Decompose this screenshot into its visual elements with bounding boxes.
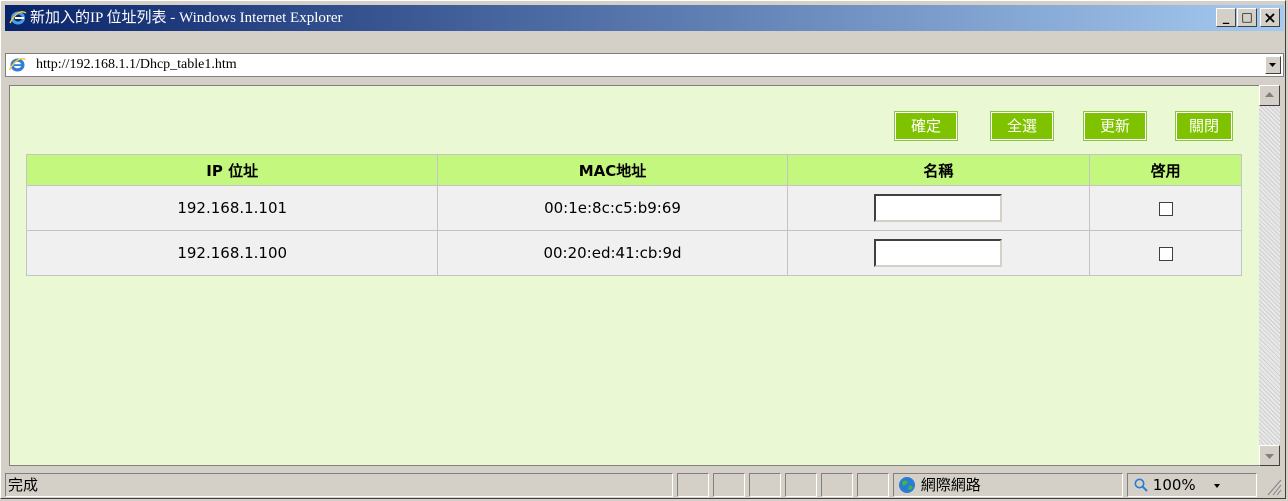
table-header-row: IP 位址 MAC地址 名稱 啓用 — [25, 154, 1242, 186]
vertical-scrollbar[interactable] — [1259, 85, 1280, 466]
name-cell — [786, 185, 1091, 231]
header-enable: 啓用 — [1089, 154, 1242, 186]
ip-cell: 192.168.1.101 — [25, 185, 439, 231]
confirm-button[interactable]: 確定 — [895, 112, 957, 140]
ie-logo-icon — [9, 10, 27, 25]
globe-icon — [899, 477, 915, 493]
title-bar[interactable]: 新加入的IP 位址列表 - Windows Internet Explorer … — [5, 5, 1284, 31]
chevron-down-icon — [1214, 484, 1221, 488]
select-all-button[interactable]: 全選 — [991, 112, 1053, 140]
status-pane — [677, 473, 709, 497]
header-name: 名稱 — [786, 154, 1091, 186]
resize-grip-icon[interactable] — [1262, 474, 1282, 496]
enable-checkbox[interactable] — [1158, 246, 1173, 261]
status-text: 完成 — [5, 473, 673, 497]
maximize-button[interactable]: □ — [1237, 8, 1257, 27]
address-url[interactable]: http://192.168.1.1/Dhcp_table1.htm — [36, 57, 237, 73]
arrow-up-icon — [1265, 92, 1274, 97]
zone-pane[interactable]: 網際網路 — [893, 473, 1123, 497]
zoom-pane[interactable]: 100% — [1127, 473, 1257, 497]
status-bar: 完成 網際網路 100% — [5, 473, 1284, 497]
header-mac: MAC地址 — [437, 154, 788, 186]
mac-cell: 00:20:ed:41:cb:9d — [437, 230, 788, 276]
page-content: 確定 全選 更新 關閉 IP 位址 MAC地址 名稱 啓用 192.168.1.… — [9, 85, 1259, 466]
scroll-up-button[interactable] — [1259, 85, 1280, 106]
chevron-down-icon — [1269, 63, 1276, 67]
status-pane — [785, 473, 817, 497]
status-pane — [713, 473, 745, 497]
mac-cell: 00:1e:8c:c5:b9:69 — [437, 185, 788, 231]
ip-address-table: IP 位址 MAC地址 名稱 啓用 192.168.1.101 00:1e:8c… — [25, 154, 1242, 276]
status-pane — [857, 473, 889, 497]
address-bar[interactable]: http://192.168.1.1/Dhcp_table1.htm — [5, 53, 1284, 77]
address-dropdown-button[interactable] — [1265, 56, 1281, 74]
status-pane — [749, 473, 781, 497]
table-row: 192.168.1.101 00:1e:8c:c5:b9:69 — [25, 185, 1242, 231]
arrow-down-icon — [1265, 454, 1274, 459]
ie-page-icon — [9, 58, 26, 72]
close-page-button[interactable]: 關閉 — [1176, 112, 1232, 140]
name-cell — [786, 230, 1091, 276]
window-title: 新加入的IP 位址列表 - Windows Internet Explorer — [30, 10, 343, 26]
browser-window: 新加入的IP 位址列表 - Windows Internet Explorer … — [0, 0, 1286, 499]
refresh-button[interactable]: 更新 — [1084, 112, 1146, 140]
zone-label: 網際網路 — [920, 476, 981, 494]
header-ip: IP 位址 — [25, 154, 439, 186]
table-row: 192.168.1.100 00:20:ed:41:cb:9d — [25, 230, 1242, 276]
enable-cell — [1089, 230, 1242, 276]
close-button[interactable]: × — [1260, 8, 1280, 27]
status-pane — [821, 473, 853, 497]
enable-cell — [1089, 185, 1242, 231]
magnifier-icon — [1134, 478, 1148, 492]
scroll-down-button[interactable] — [1259, 445, 1280, 466]
zoom-label: 100% — [1152, 476, 1196, 494]
enable-checkbox[interactable] — [1158, 201, 1173, 216]
name-input[interactable] — [874, 239, 1003, 267]
ip-cell: 192.168.1.100 — [25, 230, 439, 276]
minimize-button[interactable]: _ — [1216, 8, 1236, 27]
name-input[interactable] — [874, 194, 1003, 222]
